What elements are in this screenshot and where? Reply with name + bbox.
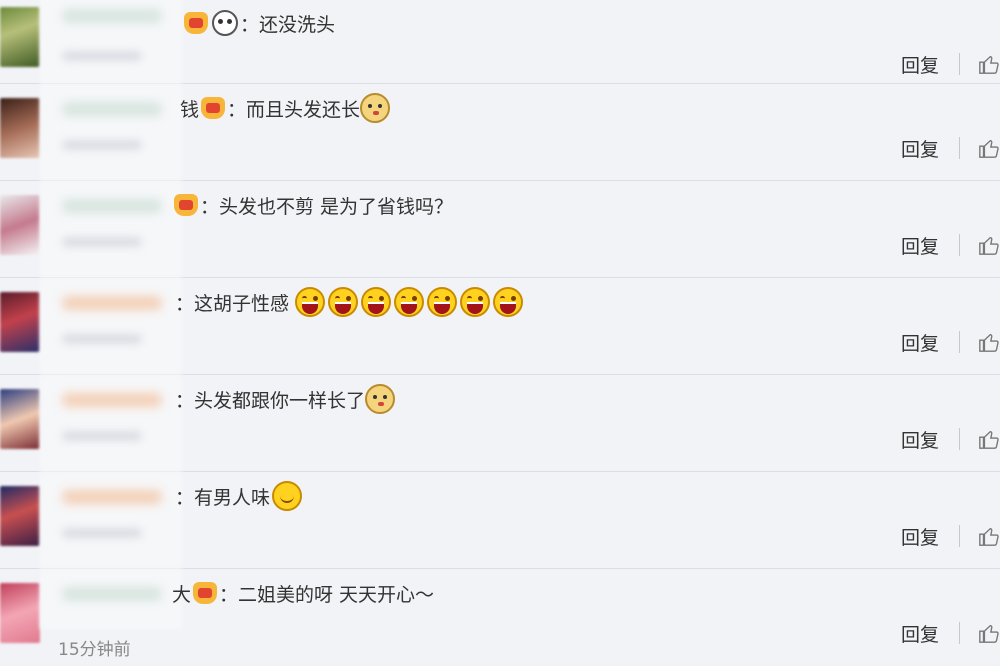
laugh-emoji-group [295, 287, 526, 317]
blurred-username-area [40, 278, 182, 374]
blurred-username-area [40, 375, 182, 471]
comment-actions: 回复 [901, 618, 1000, 648]
comment-text: ：这胡子性感 [175, 292, 290, 315]
comment-actions: 回复 [901, 521, 1000, 551]
blurred-username [62, 9, 162, 23]
blurred-meta [62, 528, 142, 538]
blurred-username [62, 587, 162, 601]
reply-button[interactable]: 回复 [901, 620, 939, 647]
thumbs-up-icon[interactable] [978, 137, 1000, 159]
blurred-username [62, 296, 162, 310]
laugh-emoji-icon [328, 287, 359, 317]
avatar[interactable] [0, 583, 40, 643]
thumbs-up-icon[interactable] [978, 53, 1000, 75]
comment-item: ：头发都跟你一样长了 回复 [0, 375, 1000, 472]
vip-crown-icon [184, 12, 208, 34]
comment-text: ：有男人味 [175, 486, 271, 509]
laugh-emoji-icon [460, 287, 491, 317]
comment-prefix: 大 [172, 583, 192, 606]
comment-item: ：头发也不剪 是为了省钱吗？ 回复 [0, 181, 1000, 278]
vip-crown-icon [193, 582, 218, 604]
thumbs-up-icon[interactable] [978, 622, 1000, 644]
thumbs-up-icon[interactable] [978, 525, 1000, 547]
comment-content: 钱 ：而且头发还长 [180, 92, 391, 124]
thumbs-up-icon[interactable] [978, 428, 1000, 450]
action-divider [959, 622, 960, 644]
laugh-emoji-icon [493, 287, 524, 317]
action-divider [959, 525, 960, 547]
action-divider [959, 234, 960, 256]
reply-button[interactable]: 回复 [901, 135, 939, 162]
comment-item: 钱 ：而且头发还长 回复 [0, 84, 1000, 181]
vip-crown-icon [174, 194, 198, 216]
avatar[interactable] [0, 98, 40, 158]
comment-actions: 回复 [901, 230, 1000, 260]
comment-actions: 回复 [901, 133, 1000, 163]
laugh-emoji-icon [361, 287, 392, 317]
blurred-meta [62, 140, 142, 150]
vip-crown-icon [201, 97, 226, 119]
doge-emoji-icon [360, 93, 391, 123]
action-divider [959, 53, 960, 75]
blurred-meta [62, 237, 142, 247]
action-divider [959, 137, 960, 159]
blurred-username-area [40, 472, 182, 568]
thumbs-up-icon[interactable] [978, 331, 1000, 353]
blurred-username [62, 393, 162, 407]
comment-text: ：头发都跟你一样长了 [175, 389, 366, 412]
comment-content: ：头发也不剪 是为了省钱吗？ [172, 189, 453, 221]
comment-content: 大 ：二姐美的呀 天天开心～ [172, 577, 434, 609]
laugh-emoji-icon [427, 287, 458, 317]
comment-text: ：二姐美的呀 天天开心～ [219, 583, 435, 606]
comment-item: ：这胡子性感 回复 [0, 278, 1000, 375]
comment-list: ：还没洗头 回复 钱 ：而且头发还长 回复 ：头发也不剪 是为了省钱吗？ 回复 … [0, 0, 1000, 666]
blurred-meta [62, 334, 142, 344]
reply-button[interactable]: 回复 [901, 329, 939, 356]
laugh-emoji-icon [295, 287, 326, 317]
comment-text: ：头发也不剪 是为了省钱吗？ [200, 195, 454, 218]
reply-button[interactable]: 回复 [901, 51, 939, 78]
avatar[interactable] [0, 195, 40, 255]
panda-emoji-icon [212, 10, 238, 36]
comment-text: ：而且头发还长 [227, 98, 361, 121]
comment-prefix: 钱 [180, 98, 200, 121]
doge-emoji-icon [365, 384, 396, 414]
action-divider [959, 331, 960, 353]
blurred-username [62, 490, 162, 504]
reply-button[interactable]: 回复 [901, 426, 939, 453]
reply-button[interactable]: 回复 [901, 232, 939, 259]
blurred-meta [62, 431, 142, 441]
blurred-username [62, 199, 162, 213]
comment-content: ：这胡子性感 [175, 286, 526, 318]
comment-content: ：还没洗头 [182, 7, 335, 39]
comment-text: ：还没洗头 [240, 13, 336, 36]
avatar[interactable] [0, 389, 40, 449]
avatar[interactable] [0, 7, 40, 67]
smile-emoji-icon [272, 481, 303, 511]
blurred-username-area [40, 181, 182, 277]
action-divider [959, 428, 960, 450]
thumbs-up-icon[interactable] [978, 234, 1000, 256]
comment-content: ：有男人味 [175, 480, 304, 512]
comment-timestamp: 15分钟前 [58, 640, 131, 660]
comment-actions: 回复 [901, 49, 1000, 79]
comment-actions: 回复 [901, 327, 1000, 357]
comment-item: 大 ：二姐美的呀 天天开心～ 回复 15分钟前 [0, 569, 1000, 666]
comment-item: ：还没洗头 回复 [0, 0, 1000, 84]
comment-content: ：头发都跟你一样长了 [175, 383, 396, 415]
blurred-username [62, 102, 162, 116]
laugh-emoji-icon [394, 287, 425, 317]
reply-button[interactable]: 回复 [901, 523, 939, 550]
blurred-username-area [40, 84, 182, 180]
avatar[interactable] [0, 292, 40, 352]
comment-item: ：有男人味 回复 [0, 472, 1000, 569]
blurred-meta [62, 51, 142, 61]
avatar[interactable] [0, 486, 40, 546]
comment-actions: 回复 [901, 424, 1000, 454]
